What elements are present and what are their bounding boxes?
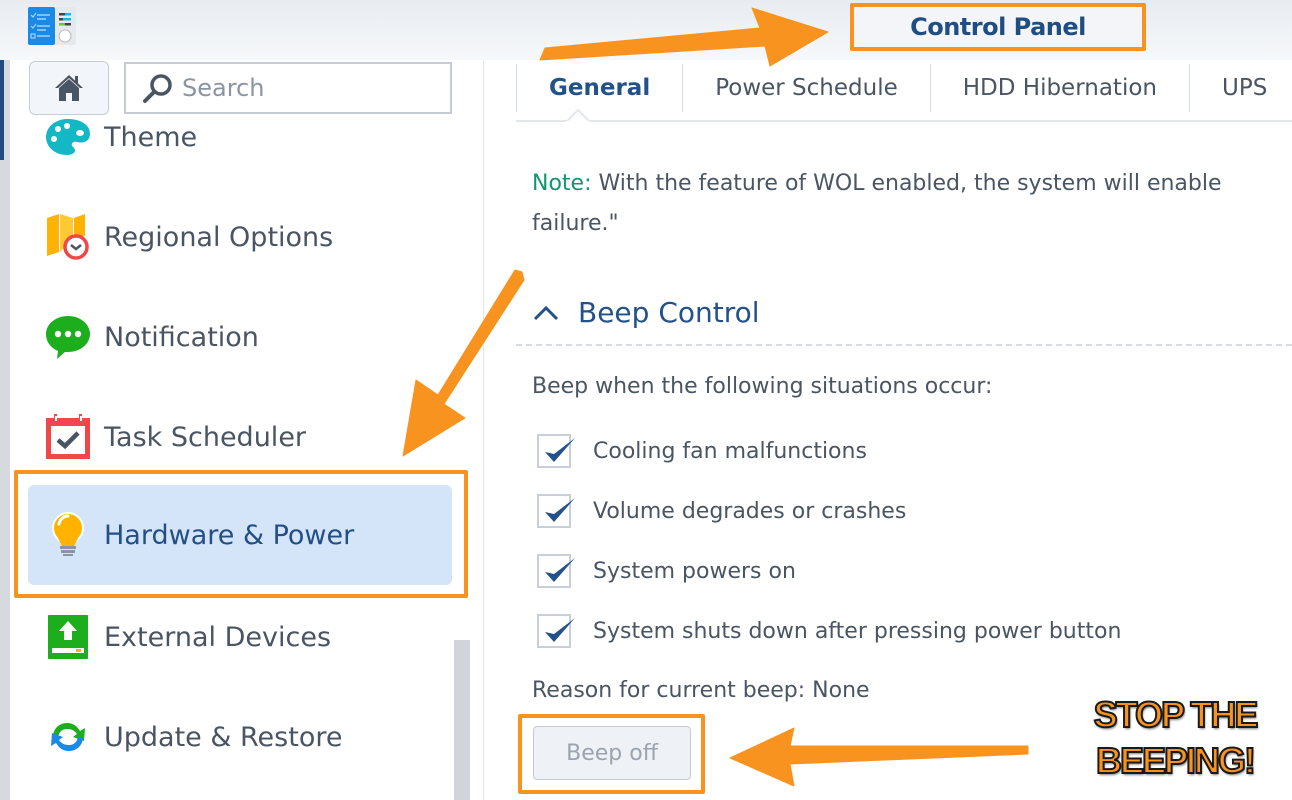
tab-general[interactable]: General [516, 64, 682, 112]
current-beep-reason: Reason for current beep: None [532, 678, 870, 703]
window-title: Control Panel [850, 3, 1146, 51]
active-tab-caret [566, 109, 590, 123]
sidebar-item-update-restore[interactable]: Update & Restore [28, 687, 452, 787]
sidebar-item-label: Hardware & Power [104, 519, 355, 551]
checkbox-label: System shuts down after pressing power b… [593, 618, 1122, 644]
checkbox-row-system-shuts-down[interactable]: System shuts down after pressing power b… [537, 613, 1121, 649]
wol-note: Note: With the feature of WOL enabled, t… [532, 164, 1292, 244]
tab-bar: General Power Schedule HDD Hibernation U… [516, 60, 1292, 122]
note-label: Note: [532, 171, 592, 196]
checkbox-row-cooling-fan[interactable]: Cooling fan malfunctions [537, 433, 867, 469]
sidebar-item-label: Notification [104, 321, 259, 353]
title-bar: Control Panel [0, 0, 1292, 60]
background-window-accent [0, 60, 4, 160]
tab-hdd-hibernation[interactable]: HDD Hibernation [929, 64, 1189, 112]
checkbox-system-shuts-down[interactable] [537, 614, 575, 648]
sidebar: Theme Regional Options Notification [10, 60, 484, 800]
sidebar-item-label: Task Scheduler [104, 421, 307, 453]
sidebar-item-label: Update & Restore [104, 721, 343, 753]
checkmark-icon [545, 498, 575, 522]
beep-description: Beep when the following situations occur… [532, 374, 993, 399]
callout-line-1: STOP THE [1093, 693, 1260, 736]
beep-control-header[interactable]: Beep Control [532, 296, 760, 329]
sidebar-item-label: External Devices [104, 621, 332, 653]
sidebar-item-theme[interactable]: Theme [28, 87, 452, 187]
tab-ups[interactable]: UPS [1189, 64, 1292, 112]
sidebar-item-hardware-power[interactable]: Hardware & Power [28, 485, 452, 585]
section-divider [516, 344, 1292, 346]
checkmark-icon [545, 558, 575, 582]
palette-icon [45, 114, 91, 160]
sidebar-item-label: Theme [104, 121, 198, 153]
chat-bubble-icon [45, 314, 91, 360]
sidebar-scrollbar[interactable] [454, 640, 470, 800]
background-window-edge [0, 60, 10, 800]
chevron-up-icon [533, 305, 559, 320]
callout-line-2: BEEPING! [1095, 739, 1257, 782]
note-text-line2: failure." [532, 211, 619, 236]
checkbox-label: System powers on [593, 558, 796, 584]
checkbox-system-powers-on[interactable] [537, 554, 575, 588]
sidebar-item-task-scheduler[interactable]: Task Scheduler [28, 387, 452, 487]
checkbox-row-volume-degrades[interactable]: Volume degrades or crashes [537, 493, 906, 529]
beep-control-title: Beep Control [578, 296, 760, 329]
map-clock-icon [45, 214, 91, 260]
tab-power-schedule[interactable]: Power Schedule [682, 64, 930, 112]
sidebar-item-notification[interactable]: Notification [28, 287, 452, 387]
sidebar-item-label: Regional Options [104, 221, 334, 253]
note-text: With the feature of WOL enabled, the sys… [591, 171, 1222, 196]
control-panel-icon [28, 7, 76, 45]
checkbox-row-system-powers-on[interactable]: System powers on [537, 553, 796, 589]
checkmark-icon [545, 438, 575, 462]
main-panel: General Power Schedule HDD Hibernation U… [485, 60, 1292, 800]
sidebar-item-external-devices[interactable]: External Devices [28, 587, 452, 687]
checkbox-cooling-fan[interactable] [537, 434, 575, 468]
external-drive-icon [45, 614, 91, 660]
checkbox-volume-degrades[interactable] [537, 494, 575, 528]
checkbox-label: Volume degrades or crashes [593, 498, 907, 524]
calendar-check-icon [45, 414, 91, 460]
sidebar-item-regional-options[interactable]: Regional Options [28, 187, 452, 287]
checkmark-icon [545, 618, 575, 642]
stop-beeping-callout: STOP THE BEEPING! [1080, 692, 1270, 784]
checkbox-label: Cooling fan malfunctions [593, 438, 867, 464]
beep-off-button[interactable]: Beep off [533, 726, 691, 780]
lightbulb-icon [45, 512, 91, 558]
refresh-icon [45, 714, 91, 760]
